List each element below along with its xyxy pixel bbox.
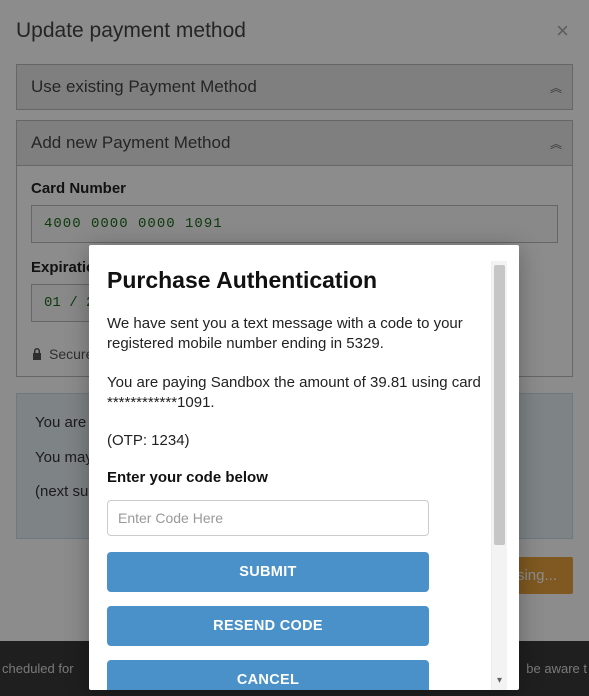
cancel-button[interactable]: CANCEL — [107, 660, 429, 690]
auth-otp-hint: (OTP: 1234) — [107, 431, 487, 451]
scrollbar[interactable]: ▾ — [491, 261, 507, 690]
submit-button[interactable]: SUBMIT — [107, 552, 429, 592]
auth-message-2: You are paying Sandbox the amount of 39.… — [107, 373, 487, 414]
auth-title: Purchase Authentication — [107, 267, 487, 294]
scroll-down-icon[interactable]: ▾ — [492, 675, 507, 686]
scrollbar-thumb[interactable] — [494, 265, 505, 545]
resend-code-button[interactable]: RESEND CODE — [107, 606, 429, 646]
auth-message-1: We have sent you a text message with a c… — [107, 314, 487, 355]
auth-enter-label: Enter your code below — [107, 469, 487, 486]
auth-dialog: Purchase Authentication We have sent you… — [89, 245, 519, 690]
auth-code-input[interactable] — [107, 500, 429, 536]
